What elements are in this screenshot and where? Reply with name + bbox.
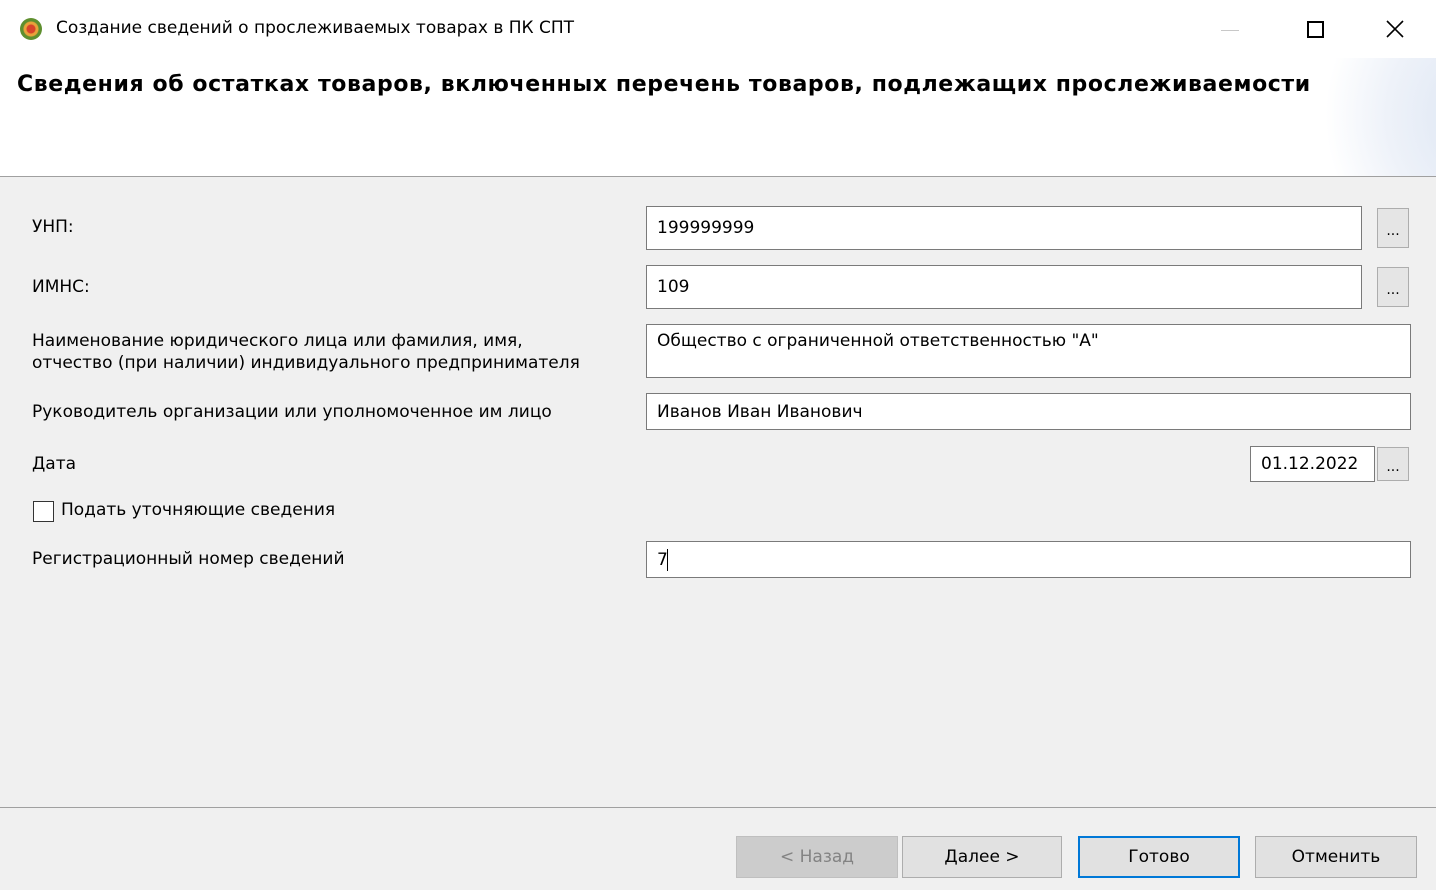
- head-label: Руководитель организации или уполномочен…: [32, 402, 552, 422]
- clarify-checkbox[interactable]: [33, 501, 54, 522]
- wizard-header: Сведения об остатках товаров, включенных…: [0, 58, 1436, 176]
- cancel-button[interactable]: Отменить: [1255, 836, 1417, 878]
- text-cursor: [667, 549, 668, 571]
- header-divider: [0, 176, 1436, 177]
- header-decoration: [1290, 58, 1436, 176]
- unp-input[interactable]: [646, 206, 1362, 250]
- close-button[interactable]: [1365, 4, 1425, 54]
- imns-browse-button[interactable]: ...: [1377, 267, 1409, 307]
- date-input[interactable]: [1250, 446, 1375, 482]
- maximize-icon: [1306, 20, 1324, 38]
- window-title: Создание сведений о прослеживаемых товар…: [56, 18, 575, 38]
- org-name-input[interactable]: Общество с ограниченной ответственностью…: [646, 324, 1411, 378]
- imns-input[interactable]: [646, 265, 1362, 309]
- org-name-label: Наименование юридического лица или фамил…: [32, 330, 580, 374]
- unp-label: УНП:: [32, 217, 74, 237]
- maximize-button[interactable]: [1285, 4, 1345, 54]
- title-bar: Создание сведений о прослеживаемых товар…: [0, 0, 1436, 58]
- imns-label: ИМНС:: [32, 277, 90, 297]
- finish-button[interactable]: Готово: [1078, 836, 1240, 878]
- unp-browse-button[interactable]: ...: [1377, 208, 1409, 248]
- head-input[interactable]: [646, 393, 1411, 430]
- back-button[interactable]: < Назад: [736, 836, 898, 878]
- app-logo-icon: [20, 18, 42, 40]
- reg-number-input[interactable]: [646, 541, 1411, 578]
- org-name-label-line2: отчество (при наличии) индивидуального п…: [32, 353, 580, 373]
- minimize-icon: [1221, 29, 1239, 31]
- date-picker-button[interactable]: ...: [1377, 447, 1409, 481]
- minimize-button[interactable]: [1200, 4, 1260, 54]
- date-label: Дата: [32, 454, 77, 474]
- footer-divider: [0, 807, 1436, 808]
- org-name-label-line1: Наименование юридического лица или фамил…: [32, 331, 523, 351]
- reg-number-label: Регистрационный номер сведений: [32, 549, 345, 569]
- close-icon: [1386, 20, 1404, 38]
- clarify-checkbox-label[interactable]: Подать уточняющие сведения: [61, 500, 335, 520]
- page-title: Сведения об остатках товаров, включенных…: [17, 72, 1311, 97]
- next-button[interactable]: Далее >: [902, 836, 1062, 878]
